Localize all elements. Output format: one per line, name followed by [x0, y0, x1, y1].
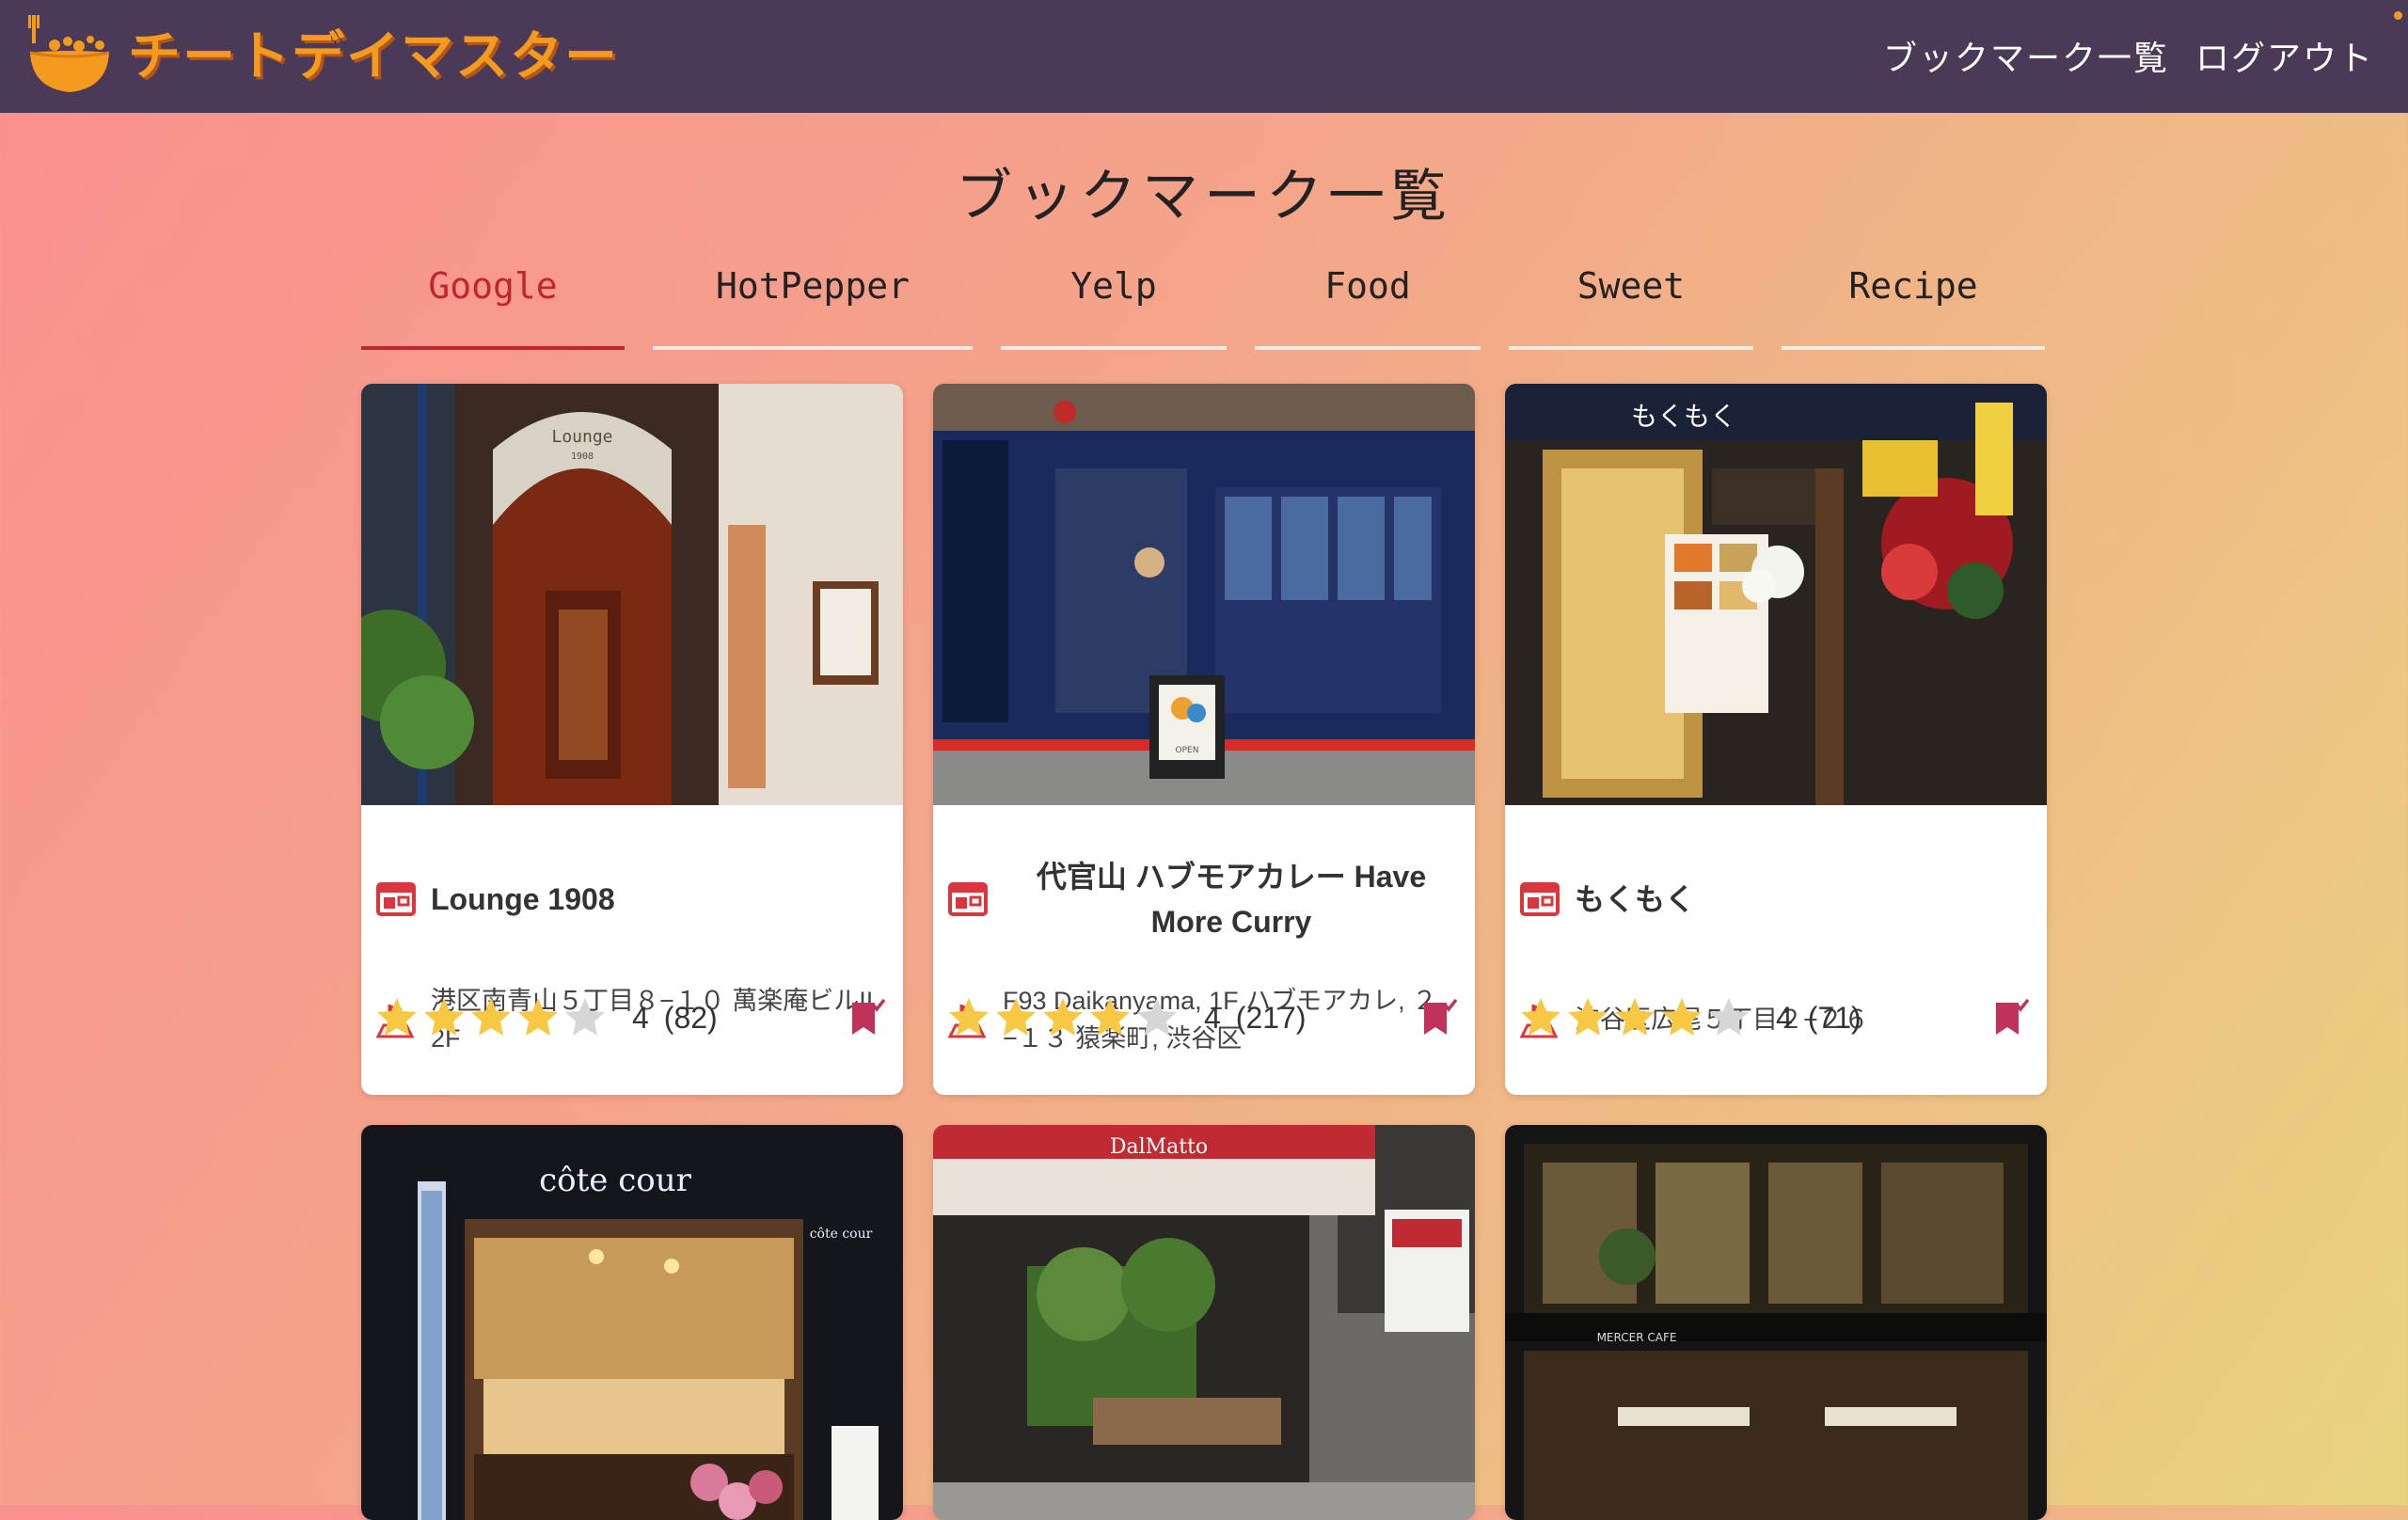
store-icon: [376, 882, 416, 916]
restaurant-photo[interactable]: OPEN: [933, 384, 1475, 805]
name-row: Lounge 1908: [376, 852, 888, 946]
review-count: (71): [1807, 1000, 1861, 1035]
logo-icon[interactable]: [24, 13, 115, 98]
star-filled-icon: [1043, 998, 1083, 1036]
star-filled-icon: [518, 998, 558, 1036]
page-title: ブックマーク一覧: [956, 164, 1452, 230]
review-count: (82): [663, 1000, 718, 1035]
star-filled-icon: [949, 998, 989, 1036]
bookmark-icon[interactable]: [1418, 997, 1460, 1038]
star-filled-icon: [1662, 998, 1702, 1036]
store-icon: [1520, 882, 1560, 916]
app-header: チートデイマスター ブックマーク一覧 ログアウト: [0, 0, 2408, 113]
star-filled-icon: [1090, 998, 1130, 1036]
tab-hotpepper[interactable]: HotPepper: [653, 256, 973, 350]
awning-year: 1908: [571, 451, 594, 462]
star-rating: [374, 995, 608, 1040]
restaurant-name[interactable]: もくもく: [1575, 877, 2032, 922]
restaurant-name[interactable]: 代官山 ハブモアカレー Have More Curry: [1003, 854, 1460, 944]
restaurant-card[interactable]: Lounge 1908 Lounge 1908 港区南青山５丁目８−１０ 萬楽庵…: [361, 384, 903, 1095]
card-info: 代官山 ハブモアカレー Have More Curry F93 Daikanya…: [933, 805, 1475, 1095]
tab-food[interactable]: Food: [1255, 256, 1481, 350]
card-info: Lounge 1908 港区南青山５丁目８−１０ 萬楽庵ビルII 2F: [361, 805, 903, 1095]
open-sign: OPEN: [1176, 746, 1199, 755]
restaurant-card[interactable]: OPEN 代官山 ハブモアカレー Have More Curry F93 Dai…: [933, 384, 1475, 1095]
star-empty-icon: [1709, 998, 1749, 1036]
notification-dot: [2394, 11, 2402, 20]
restaurant-card[interactable]: MERCER CAFE: [1505, 1125, 2047, 1520]
name-row: もくもく: [1520, 852, 2032, 946]
restaurant-photo[interactable]: Lounge 1908: [361, 384, 903, 805]
shop-sign: côte cour: [539, 1162, 692, 1199]
star-filled-icon: [471, 998, 511, 1036]
nav-logout-link[interactable]: ログアウト: [2195, 26, 2374, 92]
rating-value: 4: [632, 1000, 649, 1035]
shop-sign: DalMatto: [1110, 1135, 1208, 1159]
review-count: (217): [1235, 1000, 1307, 1035]
star-filled-icon: [1568, 998, 1608, 1036]
star-empty-icon: [1137, 998, 1177, 1036]
star-empty-icon: [565, 998, 605, 1036]
rating-row: 4 (82): [374, 991, 888, 1044]
tab-sweet[interactable]: Sweet: [1509, 256, 1753, 350]
star-filled-icon: [1521, 998, 1560, 1036]
restaurant-photo[interactable]: DalMatto: [933, 1125, 1475, 1520]
bookmark-icon[interactable]: [1990, 997, 2032, 1038]
shop-sign-small: côte cour: [810, 1227, 873, 1242]
bookmark-icon[interactable]: [847, 997, 888, 1038]
star-filled-icon: [1615, 998, 1655, 1036]
rating-row: 4 (71): [1518, 991, 2032, 1044]
tab-recipe[interactable]: Recipe: [1782, 256, 2045, 350]
shop-sign: もくもく: [1631, 401, 1736, 432]
nav-bookmarks-link[interactable]: ブックマーク一覧: [1883, 26, 2169, 92]
tab-yelp[interactable]: Yelp: [1001, 256, 1227, 350]
rating-row: 4 (217): [946, 991, 1460, 1044]
star-filled-icon: [996, 998, 1036, 1036]
awning-sign: Lounge: [551, 427, 612, 447]
store-icon: [948, 882, 988, 916]
star-rating: [946, 995, 1180, 1040]
restaurant-card[interactable]: côte cour côte cour: [361, 1125, 903, 1520]
restaurant-card[interactable]: DalMatto: [933, 1125, 1475, 1520]
card-info: もくもく 渋谷区広尾５丁目２−２６: [1505, 805, 2047, 1095]
name-row: 代官山 ハブモアカレー Have More Curry: [948, 852, 1460, 946]
restaurant-photo[interactable]: もくもく: [1505, 384, 2047, 805]
restaurant-photo[interactable]: côte cour côte cour: [361, 1125, 903, 1520]
restaurant-name[interactable]: Lounge 1908: [431, 877, 888, 922]
restaurant-photo[interactable]: MERCER CAFE: [1505, 1125, 2047, 1520]
star-filled-icon: [424, 998, 464, 1036]
restaurant-card[interactable]: もくもく もくもく 4 (71): [1505, 384, 2047, 1095]
star-rating: [1518, 995, 1751, 1040]
tab-google[interactable]: Google: [361, 256, 625, 350]
rating-value: 4: [1776, 1000, 1793, 1035]
header-nav: ブックマーク一覧 ログアウト: [1883, 26, 2374, 92]
rating-value: 4: [1204, 1000, 1221, 1035]
shop-sign: MERCER CAFE: [1597, 1331, 1677, 1344]
star-filled-icon: [377, 998, 417, 1036]
brand-name[interactable]: チートデイマスター: [128, 15, 619, 100]
